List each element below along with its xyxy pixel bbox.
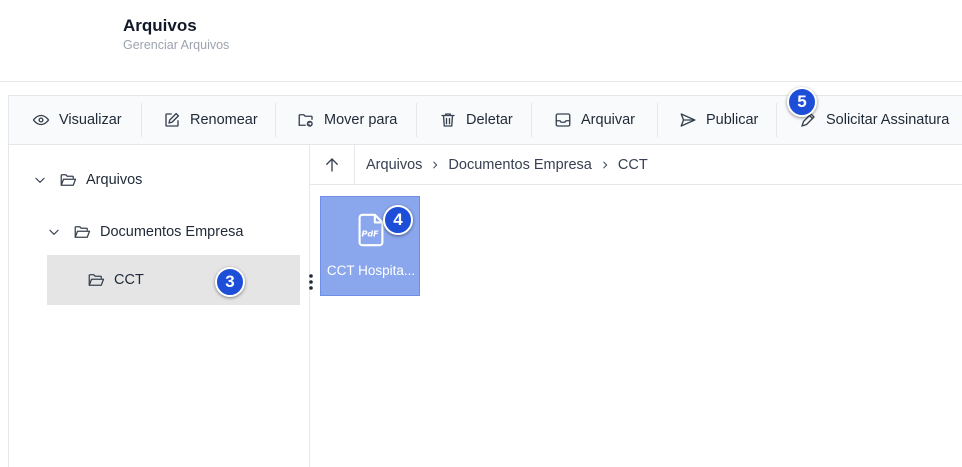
request-signature-button-label: Solicitar Assinatura xyxy=(826,112,950,128)
delete-button[interactable]: Deletar xyxy=(439,96,513,144)
view-button[interactable]: Visualizar xyxy=(32,96,122,144)
file-manager: Visualizar Renomear Mover para Deletar A… xyxy=(8,95,962,467)
toolbar-divider xyxy=(416,103,417,137)
file-item[interactable]: PdF CCT Hospita... 4 xyxy=(320,196,420,296)
archive-button[interactable]: Arquivar xyxy=(554,96,635,144)
toolbar: Visualizar Renomear Mover para Deletar A… xyxy=(9,96,962,145)
breadcrumb: Arquivos Documentos Empresa CCT xyxy=(366,145,648,184)
chevron-right-icon xyxy=(430,160,440,170)
tree-item-label: Arquivos xyxy=(86,172,143,188)
arrow-up-icon xyxy=(326,157,338,172)
toolbar-divider xyxy=(275,103,276,137)
file-name: CCT Hospita... xyxy=(326,263,416,278)
publish-button-label: Publicar xyxy=(706,112,759,128)
send-icon xyxy=(680,113,696,127)
folder-open-icon xyxy=(88,274,105,286)
pdf-file-type: PdF xyxy=(361,230,379,239)
toolbar-divider xyxy=(141,103,142,137)
tree-item-arquivos[interactable]: Arquivos xyxy=(33,155,142,205)
tree-item-label: Documentos Empresa xyxy=(100,224,244,240)
page-subtitle: Gerenciar Arquivos xyxy=(123,38,230,52)
chevron-down-icon[interactable] xyxy=(33,173,47,187)
toolbar-divider xyxy=(657,103,658,137)
folder-move-icon xyxy=(298,114,313,127)
request-signature-button[interactable]: Solicitar Assinatura xyxy=(799,96,949,144)
folder-open-icon xyxy=(60,174,77,186)
tree-item-label: CCT xyxy=(114,272,144,288)
toolbar-divider xyxy=(776,103,777,137)
folder-open-icon xyxy=(74,226,91,238)
breadcrumb-bar: Arquivos Documentos Empresa CCT xyxy=(310,145,962,185)
trash-icon xyxy=(441,113,455,127)
rename-button-label: Renomear xyxy=(190,112,258,128)
toolbar-divider xyxy=(531,103,532,137)
publish-button[interactable]: Publicar xyxy=(679,96,758,144)
tree-item-documentos-empresa[interactable]: Documentos Empresa xyxy=(47,207,243,257)
tree-item-cct[interactable]: CCT 3 xyxy=(47,255,313,305)
eye-icon xyxy=(32,114,50,126)
page-header: Arquivos Gerenciar Arquivos xyxy=(0,0,962,82)
chevron-down-icon[interactable] xyxy=(47,225,61,239)
archive-icon xyxy=(555,113,571,127)
move-to-button-label: Mover para xyxy=(324,112,398,128)
folder-tree: Arquivos Documentos Empresa CCT 3 xyxy=(9,145,313,467)
breadcrumb-item[interactable]: Documentos Empresa xyxy=(448,157,591,173)
step-badge: 3 xyxy=(215,267,245,297)
rename-button[interactable]: Renomear xyxy=(163,96,258,144)
breadcrumb-item[interactable]: Arquivos xyxy=(366,157,422,173)
delete-button-label: Deletar xyxy=(466,112,513,128)
chevron-right-icon xyxy=(600,160,610,170)
move-to-button[interactable]: Mover para xyxy=(297,96,397,144)
page-title: Arquivos xyxy=(123,16,197,35)
edit-icon xyxy=(165,112,180,127)
breadcrumb-item[interactable]: CCT xyxy=(618,157,648,173)
archive-button-label: Arquivar xyxy=(581,112,635,128)
view-button-label: Visualizar xyxy=(59,112,122,128)
file-content-area: Arquivos Documentos Empresa CCT PdF CCT … xyxy=(310,145,962,467)
step-badge: 4 xyxy=(383,205,413,235)
navigate-up-button[interactable] xyxy=(310,145,355,184)
step-badge: 5 xyxy=(787,87,817,117)
